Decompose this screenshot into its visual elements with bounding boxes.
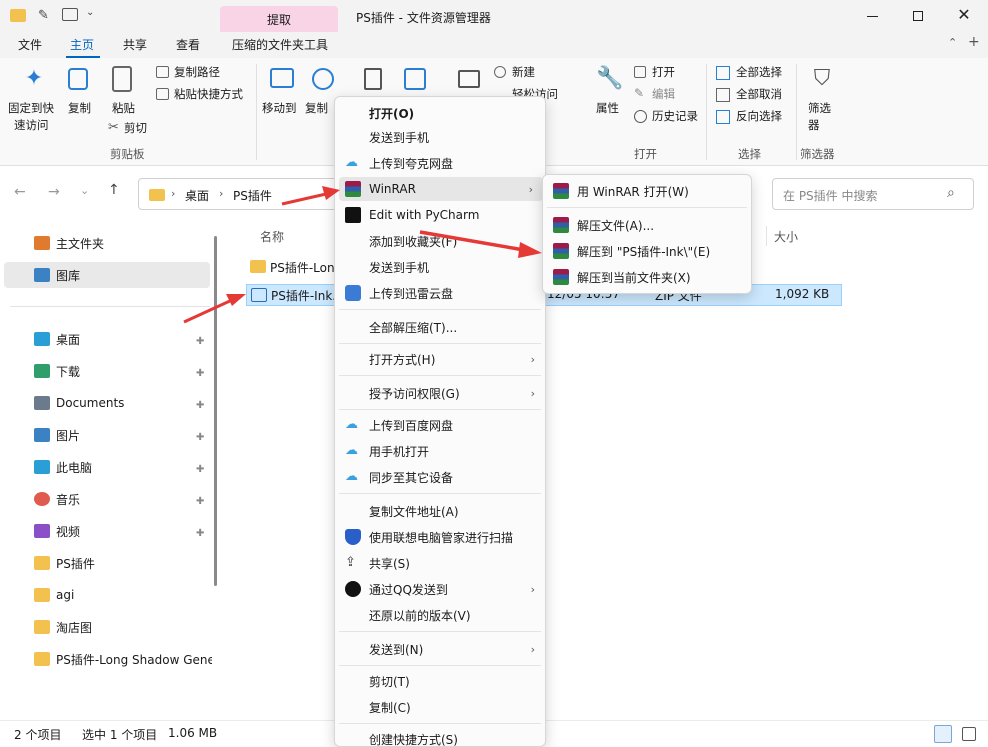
arrow-to-file — [183, 294, 246, 324]
arrow-to-winrar — [281, 186, 340, 206]
annotation-arrows — [183, 186, 542, 324]
arrow-to-extract — [419, 230, 542, 258]
